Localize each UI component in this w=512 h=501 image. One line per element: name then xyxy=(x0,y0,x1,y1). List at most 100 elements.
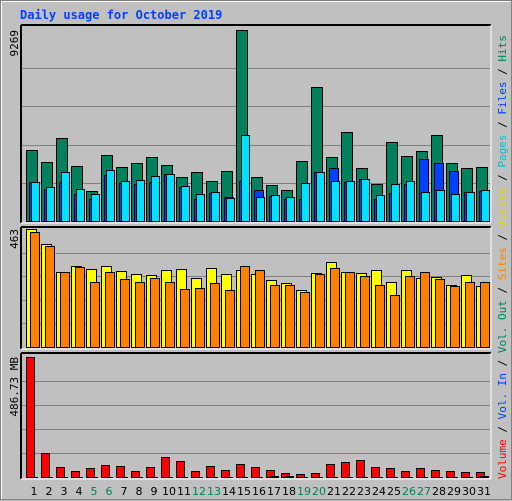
x-tick-label-day-19: 19 xyxy=(297,485,311,498)
bar-pages-day-22 xyxy=(346,181,355,222)
x-tick-label-day-13: 13 xyxy=(207,485,221,498)
bar-sites-day-18 xyxy=(285,285,295,348)
bar-pages-day-6 xyxy=(106,170,115,222)
bar-sites-day-13 xyxy=(210,283,220,348)
bar-sites-day-26 xyxy=(405,276,415,348)
bar-pages-day-11 xyxy=(181,186,190,222)
x-tick-label-day-27: 27 xyxy=(417,485,431,498)
chart-svg: 9269463486.73 MB1 2 3 4 5 6 7 8 9 10 11 12 13 14 15 16 1… xyxy=(8,24,509,498)
bar-volume-day-30 xyxy=(461,472,470,478)
bar-pages-day-10 xyxy=(166,174,175,222)
bar-sites-day-10 xyxy=(165,282,175,348)
bar-volume-day-28 xyxy=(431,470,440,478)
bar-pages-day-13 xyxy=(211,192,220,222)
x-tick-label-day-16: 16 xyxy=(252,485,266,498)
x-tick-label-day-31: 31 xyxy=(477,485,491,498)
x-tick-label-day-24: 24 xyxy=(372,485,386,498)
bar-volume-day-10 xyxy=(161,457,170,478)
bar-volume-day-1 xyxy=(26,357,35,478)
legend-separator: / xyxy=(496,419,509,439)
x-tick-label-day-22: 22 xyxy=(342,485,356,498)
legend-item-hits: Hits xyxy=(496,35,509,62)
bar-pages-day-18 xyxy=(286,197,295,222)
bar-volume-day-11 xyxy=(176,461,185,478)
bar-volume-day-3 xyxy=(56,467,65,478)
x-tick-label-day-15: 15 xyxy=(237,485,251,498)
bar-volume-day-12 xyxy=(191,471,200,478)
bar-pages-day-21 xyxy=(331,181,340,222)
bar-volume-day-25 xyxy=(386,468,395,478)
bar-sites-day-17 xyxy=(270,285,280,348)
bar-volume-day-26 xyxy=(401,471,410,478)
bar-volume-day-6 xyxy=(101,465,110,478)
x-tick-label-day-7: 7 xyxy=(121,485,128,498)
bar-sites-day-24 xyxy=(375,285,385,348)
x-tick-label-day-28: 28 xyxy=(432,485,446,498)
bar-pages-day-25 xyxy=(391,184,400,222)
bar-sites-day-19 xyxy=(300,292,310,348)
bar-sites-day-11 xyxy=(180,289,190,348)
x-tick-label-day-12: 12 xyxy=(192,485,206,498)
bar-pages-day-3 xyxy=(61,172,70,222)
bar-sites-day-31 xyxy=(480,282,490,348)
bar-sites-day-9 xyxy=(150,278,160,348)
bar-sites-day-15 xyxy=(240,266,250,348)
bar-volume-day-8 xyxy=(131,471,140,478)
bar-pages-day-17 xyxy=(271,195,280,222)
x-tick-label-day-26: 26 xyxy=(402,485,416,498)
bar-pages-day-9 xyxy=(151,176,160,222)
x-tick-label-day-1: 1 xyxy=(31,485,38,498)
bar-sites-day-28 xyxy=(435,279,445,348)
bar-pages-day-29 xyxy=(451,194,460,222)
x-tick-label-day-18: 18 xyxy=(282,485,296,498)
bar-volume-day-4 xyxy=(71,471,80,478)
legend-separator: / xyxy=(496,62,509,82)
y-max-label: 9269 xyxy=(8,30,21,57)
legend-separator: / xyxy=(496,168,509,188)
bar-sites-day-8 xyxy=(135,282,145,348)
bar-pages-day-8 xyxy=(136,180,145,222)
x-tick-label-day-11: 11 xyxy=(177,485,191,498)
legend-item-files: Files xyxy=(496,82,509,115)
y-max-label: 486.73 MB xyxy=(8,357,21,417)
bar-volume-day-13 xyxy=(206,466,215,478)
x-tick-label-day-4: 4 xyxy=(76,485,83,498)
bar-pages-day-20 xyxy=(316,172,325,222)
chart-frame: Daily usage for October 2019 9269 463 486.… xyxy=(0,0,512,500)
bar-sites-day-30 xyxy=(465,282,475,348)
bar-sites-day-2 xyxy=(45,246,55,348)
bar-volume-day-24 xyxy=(371,467,380,478)
volume-panel xyxy=(21,353,491,479)
bar-pages-day-1 xyxy=(31,182,40,222)
x-tick-label-day-3: 3 xyxy=(61,485,68,498)
x-tick-label-day-6: 6 xyxy=(106,485,113,498)
legend-separator: / xyxy=(496,115,509,135)
bar-sites-day-3 xyxy=(60,272,70,348)
bar-sites-day-7 xyxy=(120,279,130,348)
legend-item-sites: Sites xyxy=(496,247,509,280)
bar-volume-day-9 xyxy=(146,467,155,478)
bar-pages-day-28 xyxy=(436,190,445,222)
legend-item-volume: Volume xyxy=(496,439,509,479)
bar-pages-day-23 xyxy=(361,179,370,222)
x-tick-label-day-21: 21 xyxy=(327,485,341,498)
bar-pages-day-19 xyxy=(301,183,310,222)
bar-volume-day-14 xyxy=(221,470,230,478)
x-tick-label-day-9: 9 xyxy=(151,485,158,498)
bar-pages-day-2 xyxy=(46,187,55,222)
bar-pages-day-14 xyxy=(226,198,235,222)
bar-sites-day-5 xyxy=(90,282,100,348)
bar-pages-day-5 xyxy=(91,194,100,222)
bar-volume-day-22 xyxy=(341,462,350,478)
bar-sites-day-12 xyxy=(195,288,205,348)
bar-sites-day-25 xyxy=(390,295,400,348)
x-tick-label-day-17: 17 xyxy=(267,485,281,498)
bar-pages-day-12 xyxy=(196,194,205,222)
bar-volume-day-23 xyxy=(356,460,365,478)
bar-volume-day-7 xyxy=(116,466,125,478)
bar-volume-day-2 xyxy=(41,453,50,478)
bar-sites-day-20 xyxy=(315,274,325,348)
bar-pages-day-15 xyxy=(241,135,250,222)
x-tick-label-day-14: 14 xyxy=(222,485,236,498)
x-tick-label-day-8: 8 xyxy=(136,485,143,498)
